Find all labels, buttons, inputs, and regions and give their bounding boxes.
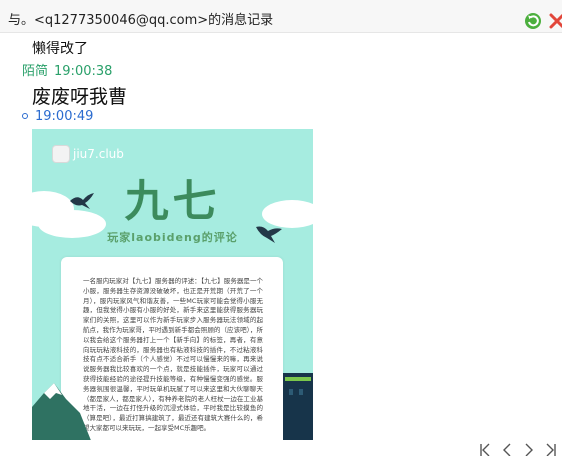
image-brand-title: 九七 [124,176,221,227]
next-page-button[interactable] [522,442,536,456]
image-subtitle: 玩家laobideng的评论 [107,231,238,244]
shared-image[interactable]: jiu7.club 九七 玩家laobideng的评论 一名服内玩家对【九七】服… [32,129,313,440]
message-text: 懒得改了 [32,41,88,57]
first-page-button[interactable] [478,442,492,456]
message-header: 陌简 19:00:38 [22,60,112,79]
window-title: 与。<q1277350046@qq.com>的消息记录 [8,13,274,28]
review-card: 一名服内玩家对【九七】服务器的评述：【九七】服务器是一个小服，服务器生存资源没破… [61,257,283,440]
mountain-decoration [32,383,91,440]
message-text: 废废呀我曹 [32,86,128,108]
site-logo-icon [52,145,70,163]
message-header: 19:00:49 [22,109,93,124]
next-page-icon [525,443,533,456]
refresh-button[interactable] [524,12,542,30]
close-button[interactable] [548,12,562,30]
message-list[interactable]: 懒得改了 陌简 19:00:38 废废呀我曹 19:00:49 jiu7.club [0,33,562,440]
close-icon [549,13,562,29]
building-decoration [283,373,313,440]
title-bar: 与。<q1277350046@qq.com>的消息记录 [0,0,562,33]
image-site-label: jiu7.club [73,147,124,161]
message-time: 19:00:38 [54,64,113,79]
self-indicator-icon [22,112,28,119]
prev-page-button[interactable] [500,442,514,456]
pager [476,440,562,456]
refresh-icon [525,13,541,29]
last-page-icon [546,443,556,456]
message-time: 19:00:49 [35,109,94,124]
chat-history-window: 与。<q1277350046@qq.com>的消息记录 懒得改了 陌简 19:00… [0,0,562,456]
review-body: 一名服内玩家对【九七】服务器的评述：【九七】服务器是一个小服，服务器生存资源没破… [83,277,263,432]
prev-page-icon [503,443,511,456]
sender-name: 陌简 [22,64,49,79]
last-page-button[interactable] [544,442,558,456]
first-page-icon [480,443,490,456]
